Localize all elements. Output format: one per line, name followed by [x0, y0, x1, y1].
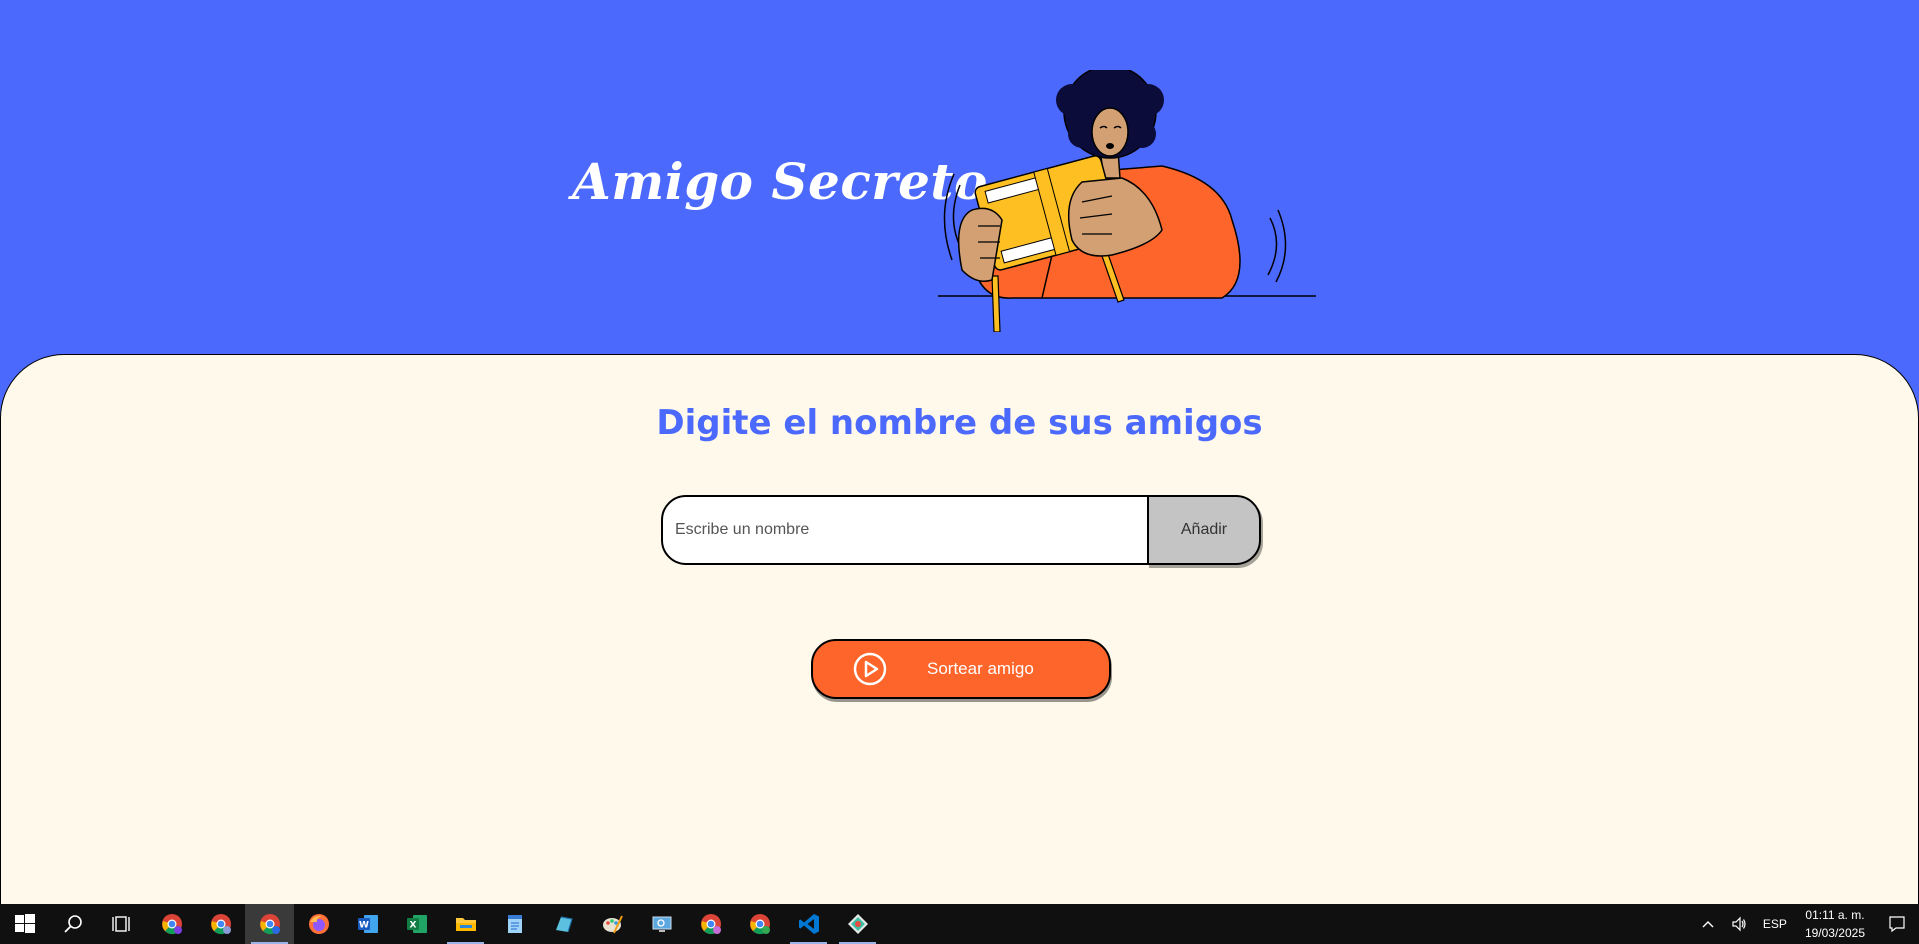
chrome-g-icon [749, 914, 770, 935]
svg-text:X: X [409, 921, 416, 931]
main-card: Digite el nombre de sus amigos Añadir So… [0, 354, 1919, 905]
draw-friend-button[interactable]: Sortear amigo [811, 639, 1111, 699]
friend-name-input[interactable] [661, 495, 1149, 565]
start-button[interactable] [0, 904, 49, 944]
person-holding-gift-illustration [938, 70, 1316, 332]
taskbar-app-word[interactable]: W [343, 904, 392, 944]
search-icon [63, 915, 82, 933]
taskbar-app-excel[interactable]: X [392, 904, 441, 944]
notifications-button[interactable] [1875, 915, 1919, 933]
task-view-icon [111, 916, 130, 932]
taskbar-app-firefox[interactable] [294, 904, 343, 944]
gitkraken-icon [847, 914, 868, 934]
volume-button[interactable] [1723, 916, 1755, 932]
clock-date: 19/03/2025 [1804, 926, 1865, 940]
page-title: Amigo Secreto [572, 152, 988, 211]
friend-input-group: Añadir [661, 495, 1261, 565]
windows-logo-icon [14, 914, 35, 933]
taskbar-app-paint[interactable] [588, 904, 637, 944]
taskbar-app-notepad[interactable] [490, 904, 539, 944]
add-friend-button[interactable]: Añadir [1147, 495, 1261, 565]
clock-time: 01:11 a. m. [1805, 908, 1865, 922]
system-tray: ESP 01:11 a. m. 19/03/2025 [1693, 904, 1919, 944]
language-indicator[interactable]: ESP [1755, 917, 1795, 931]
chrome-c-icon [161, 914, 182, 935]
notification-icon [1889, 916, 1905, 933]
paint-icon [602, 915, 623, 934]
word-icon: W [357, 915, 378, 933]
remote-desktop-icon [652, 916, 671, 932]
taskbar-app-remote-desktop[interactable] [637, 904, 686, 944]
vscode-icon [798, 914, 819, 934]
taskbar-app-vscode[interactable] [784, 904, 833, 944]
taskbar-app-snip[interactable] [539, 904, 588, 944]
page-header: Amigo Secreto [0, 0, 1919, 356]
snip-icon [555, 916, 573, 933]
file-explorer-icon [455, 918, 476, 931]
firefox-icon [308, 914, 329, 934]
search-button[interactable] [49, 904, 98, 944]
chrome-p-icon [700, 914, 721, 935]
clock[interactable]: 01:11 a. m. 19/03/2025 [1795, 906, 1875, 942]
chrome-r-icon [210, 914, 231, 935]
taskbar-app-file-explorer[interactable] [441, 904, 490, 944]
notepad-icon [507, 915, 522, 933]
speaker-icon [1732, 916, 1746, 932]
taskbar-app-chrome-b[interactable] [245, 904, 294, 944]
windows-taskbar: W X ESP 01:11 a. m. 19/03/2025 [0, 904, 1919, 944]
show-hidden-icons-button[interactable] [1693, 917, 1723, 931]
section-heading: Digite el nombre de sus amigos [656, 403, 1263, 443]
chevron-up-icon [1702, 921, 1714, 928]
task-view-button[interactable] [98, 904, 147, 944]
taskbar-app-chrome-g[interactable] [735, 904, 784, 944]
taskbar-app-chrome-p[interactable] [686, 904, 735, 944]
play-circle-icon [853, 652, 887, 686]
taskbar-app-gitkraken[interactable] [833, 904, 882, 944]
taskbar-app-chrome-c[interactable] [147, 904, 196, 944]
draw-button-label: Sortear amigo [927, 659, 1034, 678]
svg-text:W: W [359, 921, 369, 931]
excel-icon: X [406, 915, 427, 933]
taskbar-app-chrome-r[interactable] [196, 904, 245, 944]
chrome-b-icon [259, 914, 280, 935]
